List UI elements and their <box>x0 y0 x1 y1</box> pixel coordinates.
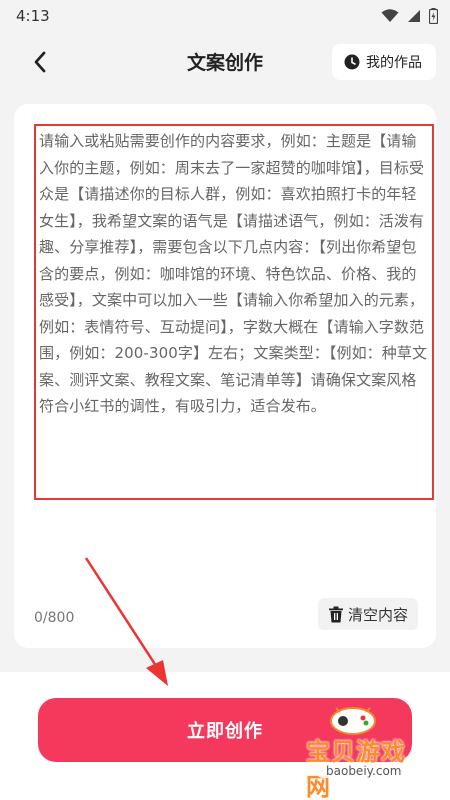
status-icons <box>381 8 438 24</box>
char-count: 0/800 <box>34 610 75 626</box>
editor-card: 请输入或粘贴需要创作的内容要求，例如：主题是【请输入你的主题，例如：周末去了一家… <box>14 104 436 648</box>
header: 文案创作 我的作品 <box>0 34 450 90</box>
status-time: 4:13 <box>16 7 50 25</box>
bottom-bar: 立即创作 <box>0 672 450 800</box>
my-works-label: 我的作品 <box>366 55 422 71</box>
status-bar: 4:13 <box>0 0 450 32</box>
wifi-icon <box>381 9 399 22</box>
clock-icon <box>344 54 360 70</box>
trash-icon <box>328 606 343 622</box>
my-works-button[interactable]: 我的作品 <box>332 44 436 80</box>
clear-content-label: 清空内容 <box>347 605 408 624</box>
create-now-button[interactable]: 立即创作 <box>38 698 412 762</box>
signal-icon <box>408 10 420 22</box>
prompt-textarea[interactable]: 请输入或粘贴需要创作的内容要求，例如：主题是【请输入你的主题，例如：周末去了一家… <box>34 124 434 500</box>
clear-content-button[interactable]: 清空内容 <box>317 598 418 630</box>
battery-icon <box>429 8 438 24</box>
